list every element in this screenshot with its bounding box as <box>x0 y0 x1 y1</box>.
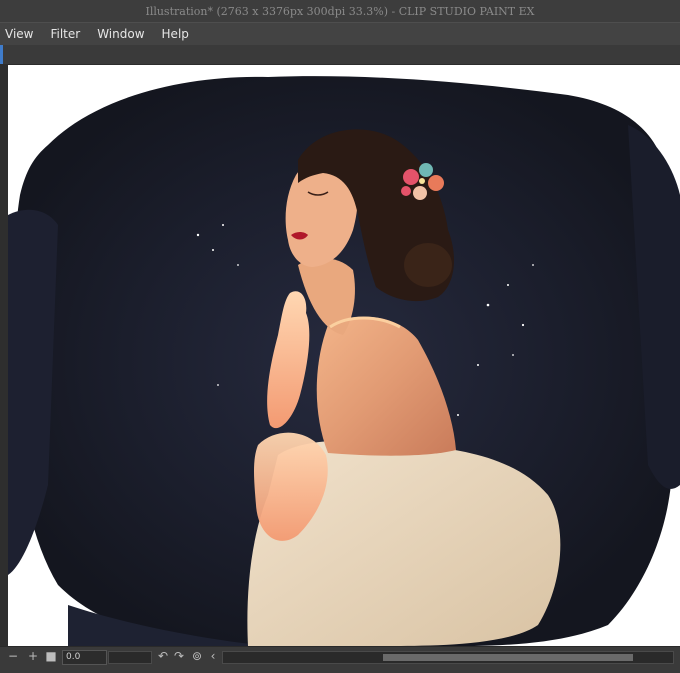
horizontal-scrollbar[interactable] <box>222 651 674 664</box>
window-title-bar: Illustration* (2763 x 3376px 300dpi 33.3… <box>0 0 680 22</box>
scrollbar-thumb[interactable] <box>383 654 633 661</box>
stop-icon[interactable]: ■ <box>44 649 58 663</box>
menu-view[interactable]: View <box>5 27 33 41</box>
status-bar: − + ■ 0.0 ↶ ↷ ⊚ ‹ <box>0 646 680 673</box>
drawing-canvas[interactable] <box>8 65 680 646</box>
rotation-field[interactable]: 0.0 <box>62 650 107 665</box>
rotate-left-icon[interactable]: ↶ <box>156 649 170 663</box>
reset-rotation-icon[interactable]: ⊚ <box>190 649 204 663</box>
hair-bun <box>404 243 452 287</box>
rotation-value: 0.0 <box>66 652 81 662</box>
menu-help[interactable]: Help <box>162 27 189 41</box>
zoom-out-icon[interactable]: − <box>6 649 20 663</box>
tool-strip <box>0 45 680 65</box>
left-panel-gutter <box>0 64 8 646</box>
zoom-in-icon[interactable]: + <box>26 649 40 663</box>
menu-bar: View Filter Window Help <box>0 22 680 46</box>
active-panel-marker <box>0 45 3 64</box>
menu-filter[interactable]: Filter <box>50 27 80 41</box>
window-title: Illustration* (2763 x 3376px 300dpi 33.3… <box>145 4 535 18</box>
rotation-slider[interactable] <box>108 651 152 664</box>
rotate-right-icon[interactable]: ↷ <box>172 649 186 663</box>
scroll-left-icon[interactable]: ‹ <box>206 649 220 663</box>
menu-window[interactable]: Window <box>97 27 144 41</box>
illustration <box>8 76 680 646</box>
